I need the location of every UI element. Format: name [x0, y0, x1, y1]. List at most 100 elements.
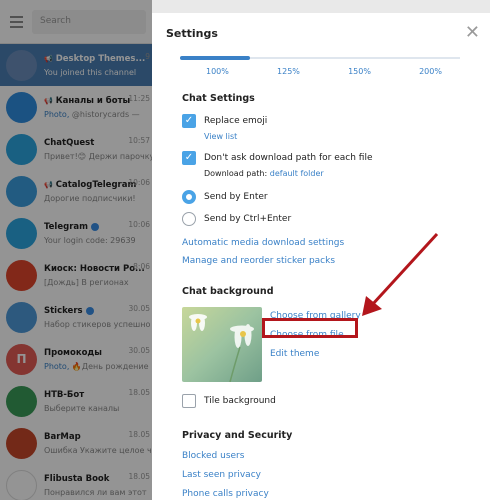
chat-background-section: Chat background Choose from gallery Choo…	[152, 286, 490, 408]
chat-title: НТВ-Бот	[44, 389, 85, 400]
avatar	[6, 427, 37, 459]
replace-emoji-option[interactable]: ✓ Replace emoji	[182, 114, 476, 128]
avatar	[6, 385, 37, 417]
scale-labels: 100% 125% 150% 200%	[180, 67, 460, 76]
avatar	[6, 91, 37, 123]
chat-preview-text: You joined this channel	[44, 67, 137, 77]
privacy-section: Privacy and Security Blocked users Last …	[152, 430, 490, 499]
download-path-label: Download path:	[204, 169, 268, 178]
chat-time: 18.05	[128, 388, 150, 397]
replace-emoji-checkbox[interactable]: ✓	[182, 114, 196, 128]
chat-preview-text: @historycards —	[69, 109, 140, 119]
chat-list-item[interactable]: 📢 Каналы и боты Photo, @historycards — 11:2…	[0, 86, 152, 128]
scale-option-150[interactable]: 150%	[348, 67, 371, 76]
menu-icon[interactable]	[10, 15, 23, 28]
download-path-link[interactable]: default folder	[270, 169, 324, 178]
sticker-packs-link[interactable]: Manage and reorder sticker packs	[182, 256, 476, 266]
chat-list-item[interactable]: 📢 Desktop Themes... You joined this channe…	[0, 44, 152, 86]
chat-preview: Photo, 🔥День рождение	[44, 362, 152, 371]
chat-title-row: 📢 Desktop Themes...	[44, 54, 152, 64]
close-icon[interactable]: ✕	[465, 24, 480, 42]
dont-ask-download-label: Don't ask download path for each file	[204, 153, 373, 163]
tile-background-checkbox[interactable]	[182, 394, 196, 408]
chat-title: Flibusta Book	[44, 473, 110, 484]
chat-preview: Ошибка Укажите целое чи	[44, 446, 152, 455]
chat-settings-section: Chat Settings ✓ Replace emoji View list …	[152, 93, 490, 266]
last-seen-privacy-link[interactable]: Last seen privacy	[182, 470, 476, 480]
avatar	[6, 49, 37, 81]
avatar	[6, 133, 37, 165]
chat-preview: [Дождь] В регионах	[44, 278, 152, 287]
settings-panel: Settings ✕ 100% 125% 150% 200% Chat Sett…	[152, 13, 490, 500]
search-input[interactable]: Search	[32, 9, 146, 34]
background-preview-image	[182, 307, 262, 382]
chat-list-item[interactable]: BarMap Ошибка Укажите целое чи 18.05	[0, 422, 152, 464]
avatar	[6, 217, 37, 249]
phone-calls-privacy-link[interactable]: Phone calls privacy	[182, 489, 476, 499]
interface-scale-slider[interactable]: 100% 125% 150% 200%	[180, 53, 460, 79]
auto-download-link[interactable]: Automatic media download settings	[182, 238, 476, 248]
chat-title: Desktop Themes...	[55, 53, 146, 64]
chat-preview: You joined this channel	[44, 68, 152, 77]
send-by-enter-option[interactable]: Send by Enter	[182, 190, 476, 204]
chat-preview-text: Набор стикеров успешно	[44, 319, 151, 329]
send-by-enter-label: Send by Enter	[204, 192, 268, 202]
chat-list-item[interactable]: ChatQuest Привет!😊 Держи парочку 10:57	[0, 128, 152, 170]
dont-ask-download-option[interactable]: ✓ Don't ask download path for each file	[182, 151, 476, 165]
chat-preview: Привет!😊 Держи парочку	[44, 152, 152, 161]
chat-time: 11:25	[128, 94, 150, 103]
chat-preview-text: Дорогие подписчики!	[44, 193, 136, 203]
chat-preview: Дорогие подписчики!	[44, 194, 152, 203]
chat-time: 10:57	[128, 136, 150, 145]
chat-list-item[interactable]: НТВ-Бот Выберите каналы 18.05	[0, 380, 152, 422]
chat-preview-text: Your login code: 29639	[44, 235, 136, 245]
send-by-enter-radio[interactable]	[182, 190, 196, 204]
chat-preview: Понравился ли вам этот	[44, 488, 152, 497]
chat-list-item[interactable]: Stickers Набор стикеров успешно 30.05	[0, 296, 152, 338]
sidebar-topbar: Search	[0, 0, 152, 44]
tile-background-option[interactable]: Tile background	[182, 394, 476, 408]
chat-preview: Photo, @historycards —	[44, 110, 152, 119]
send-by-ctrl-enter-option[interactable]: Send by Ctrl+Enter	[182, 212, 476, 226]
tile-background-label: Tile background	[204, 396, 276, 406]
edit-theme-link[interactable]: Edit theme	[270, 345, 361, 364]
chat-preview-media: Photo,	[44, 361, 70, 371]
verified-icon	[90, 222, 99, 231]
chat-time: 18.05	[128, 472, 150, 481]
avatar	[6, 175, 37, 207]
chat-title: ChatQuest	[44, 137, 95, 148]
chat-list-item[interactable]: 📢 CatalogTelegram Дорогие подписчики! 10:0…	[0, 170, 152, 212]
chat-list-item[interactable]: П Промокоды Photo, 🔥День рождение 30.05	[0, 338, 152, 380]
settings-header: Settings ✕	[152, 13, 490, 53]
chat-time: 10:06	[128, 220, 150, 229]
chat-time: 10:06	[128, 178, 150, 187]
chat-title: Киоск: Новости Ро...	[44, 263, 145, 274]
chat-preview: Your login code: 29639	[44, 236, 152, 245]
chat-title: BarMap	[44, 431, 81, 442]
chat-list-item[interactable]: Telegram Your login code: 29639 10:06	[0, 212, 152, 254]
chat-background-title: Chat background	[182, 286, 274, 297]
avatar	[6, 259, 37, 291]
chat-preview-text: 🔥День рождение	[69, 361, 149, 371]
chat-preview-text: Ошибка Укажите целое чи	[44, 445, 152, 455]
blocked-users-link[interactable]: Blocked users	[182, 451, 476, 461]
view-list-link[interactable]: View list	[204, 132, 476, 141]
send-by-ctrl-enter-radio[interactable]	[182, 212, 196, 226]
dont-ask-download-checkbox[interactable]: ✓	[182, 151, 196, 165]
chat-time: 30.05	[128, 346, 150, 355]
chat-preview-text: Выберите каналы	[44, 403, 120, 413]
megaphone-icon: 📢	[44, 54, 53, 63]
chat-title: Telegram	[44, 221, 88, 232]
scale-option-200[interactable]: 200%	[419, 67, 442, 76]
chat-list-item[interactable]: Киоск: Новости Ро... [Дождь] В регионах 8:…	[0, 254, 152, 296]
chat-list-item[interactable]: Flibusta Book Понравился ли вам этот 18.05	[0, 464, 152, 500]
download-path-row: Download path: default folder	[204, 169, 476, 178]
chat-list-sidebar: Search 📢 Desktop Themes... You joined this…	[0, 0, 152, 500]
scale-option-125[interactable]: 125%	[277, 67, 300, 76]
chat-time: 18.05	[128, 430, 150, 439]
chat-preview-media: Photo,	[44, 109, 70, 119]
chat-preview: Набор стикеров успешно	[44, 320, 152, 329]
settings-title: Settings	[166, 26, 218, 40]
scale-option-100[interactable]: 100%	[206, 67, 229, 76]
chat-preview: Выберите каналы	[44, 404, 152, 413]
